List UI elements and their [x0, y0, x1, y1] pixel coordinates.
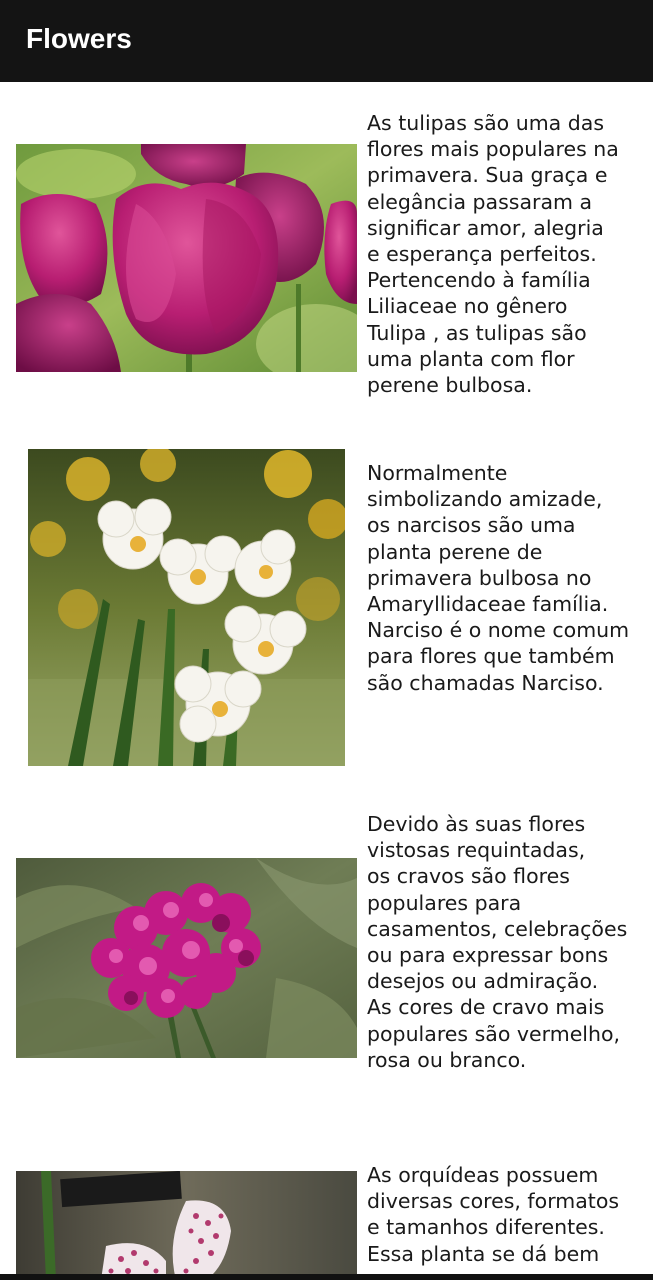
- list-item-daffodils[interactable]: Normalmente simbolizando amizade, os nar…: [0, 442, 653, 802]
- orchid-image: [16, 1171, 357, 1280]
- app-bar: Flowers: [0, 0, 653, 82]
- carnations-image: [16, 858, 357, 1058]
- tulips-description: As tulipas são uma das flores mais popul…: [367, 111, 619, 398]
- list-item-carnations[interactable]: Devido às suas flores vistosas requintad…: [0, 802, 653, 1162]
- list-item-tulips[interactable]: As tulipas são uma das flores mais popul…: [0, 82, 653, 442]
- daffodils-image: [28, 449, 345, 766]
- orchids-description: As orquídeas possuem diversas cores, for…: [367, 1163, 620, 1266]
- bottom-edge: [0, 1274, 653, 1280]
- daffodils-description: Normalmente simbolizando amizade, os nar…: [367, 461, 630, 695]
- list-item-orchids[interactable]: As orquídeas possuem diversas cores, for…: [0, 1162, 653, 1280]
- carnations-description: Devido às suas flores vistosas requintad…: [367, 812, 628, 1072]
- flowers-app: Flowers As tulipas são uma das flores ma…: [0, 0, 653, 1280]
- tulips-image: [16, 144, 357, 372]
- app-title: Flowers: [26, 23, 132, 54]
